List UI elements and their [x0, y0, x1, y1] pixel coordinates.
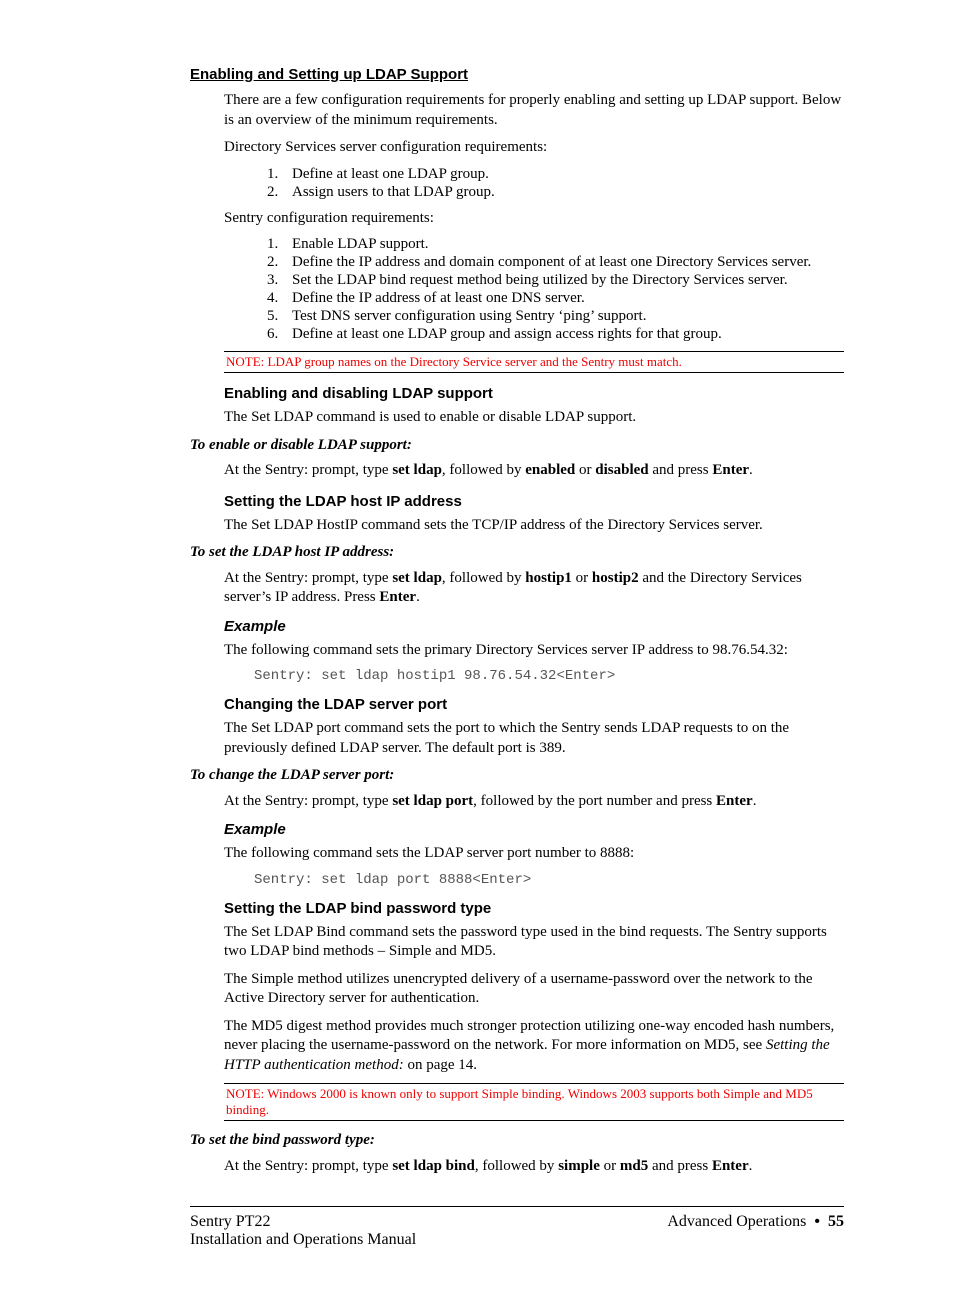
sentry-req-list: Enable LDAP support. Define the IP addre…	[224, 236, 844, 343]
command-text: At the Sentry: prompt, type set ldap, fo…	[224, 569, 844, 608]
heading-enable-disable: Enabling and disabling LDAP support	[224, 385, 844, 402]
cmd: simple	[558, 1158, 600, 1174]
cmd: hostip2	[592, 570, 639, 586]
heading-bind: Setting the LDAP bind password type	[224, 900, 844, 917]
ds-req-list: Define at least one LDAP group. Assign u…	[224, 166, 844, 201]
subheading: To change the LDAP server port:	[190, 766, 844, 786]
text: .	[749, 462, 753, 478]
section-name: Advanced Operations	[667, 1213, 810, 1230]
text: At the Sentry: prompt, type	[224, 462, 392, 478]
heading-port: Changing the LDAP server port	[224, 696, 844, 713]
cmd: Enter	[712, 462, 749, 478]
cmd: Enter	[716, 793, 753, 809]
text: .	[753, 793, 757, 809]
note-ldap-match: NOTE: LDAP group names on the Directory …	[224, 351, 844, 373]
list-item: Define the IP address and domain compone…	[282, 254, 844, 271]
heading-hostip: Setting the LDAP host IP address	[224, 493, 844, 510]
text: At the Sentry: prompt, type	[224, 570, 392, 586]
list-item: Define at least one LDAP group and assig…	[282, 326, 844, 343]
note-windows: NOTE: Windows 2000 is known only to supp…	[224, 1083, 844, 1121]
ds-req-label: Directory Services server configuration …	[224, 138, 844, 158]
text: , followed by the port number and press	[473, 793, 716, 809]
heading-example: Example	[224, 618, 844, 635]
list-item: Assign users to that LDAP group.	[282, 184, 844, 201]
body-text: The MD5 digest method provides much stro…	[224, 1017, 844, 1076]
list-item: Test DNS server configuration using Sent…	[282, 308, 844, 325]
product-name: Sentry PT22	[190, 1213, 270, 1230]
cmd: md5	[620, 1158, 648, 1174]
sentry-req-label: Sentry configuration requirements:	[224, 209, 844, 229]
text: and press	[648, 1158, 712, 1174]
code-block: Sentry: set ldap hostip1 98.76.54.32<Ent…	[254, 668, 844, 684]
manual-title: Installation and Operations Manual	[190, 1231, 416, 1248]
body-text: The Set LDAP HostIP command sets the TCP…	[224, 516, 844, 536]
footer-left: Sentry PT22 Installation and Operations …	[190, 1213, 416, 1249]
text: , followed by	[442, 462, 525, 478]
body-text: The Set LDAP Bind command sets the passw…	[224, 923, 844, 962]
text: At the Sentry: prompt, type	[224, 1158, 392, 1174]
text: or	[600, 1158, 620, 1174]
cmd: set ldap	[392, 570, 442, 586]
cmd: set ldap	[392, 462, 442, 478]
page-number: 55	[828, 1213, 844, 1230]
command-text: At the Sentry: prompt, type set ldap bin…	[224, 1157, 844, 1177]
footer-right: Advanced Operations • 55	[667, 1213, 844, 1249]
text: and press	[649, 462, 713, 478]
body-text: The Simple method utilizes unencrypted d…	[224, 970, 844, 1009]
cmd: set ldap bind	[392, 1158, 475, 1174]
command-text: At the Sentry: prompt, type set ldap por…	[224, 792, 844, 812]
list-item: Set the LDAP bind request method being u…	[282, 272, 844, 289]
subheading: To enable or disable LDAP support:	[190, 436, 844, 456]
heading-example: Example	[224, 821, 844, 838]
command-text: At the Sentry: prompt, type set ldap, fo…	[224, 461, 844, 481]
text: .	[416, 589, 420, 605]
body-text: The Set LDAP port command sets the port …	[224, 719, 844, 758]
example-text: The following command sets the LDAP serv…	[224, 844, 844, 864]
cmd: enabled	[525, 462, 575, 478]
text: At the Sentry: prompt, type	[224, 793, 392, 809]
bullet-icon: •	[810, 1213, 824, 1230]
subheading: To set the bind password type:	[190, 1131, 844, 1151]
example-text: The following command sets the primary D…	[224, 641, 844, 661]
heading-main: Enabling and Setting up LDAP Support	[190, 66, 844, 83]
text: , followed by	[442, 570, 525, 586]
text: , followed by	[475, 1158, 558, 1174]
list-item: Define at least one LDAP group.	[282, 166, 844, 183]
page-content: Enabling and Setting up LDAP Support The…	[0, 0, 954, 1289]
text: The MD5 digest method provides much stro…	[224, 1018, 834, 1054]
text: or	[572, 570, 592, 586]
page-footer: Sentry PT22 Installation and Operations …	[190, 1206, 844, 1249]
text: on page 14.	[404, 1057, 477, 1073]
cmd: set ldap port	[392, 793, 473, 809]
cmd: hostip1	[525, 570, 572, 586]
subheading: To set the LDAP host IP address:	[190, 543, 844, 563]
cmd: Enter	[379, 589, 416, 605]
code-block: Sentry: set ldap port 8888<Enter>	[254, 872, 844, 888]
intro-paragraph: There are a few configuration requiremen…	[224, 91, 844, 130]
list-item: Enable LDAP support.	[282, 236, 844, 253]
text: .	[749, 1158, 753, 1174]
body-text: The Set LDAP command is used to enable o…	[224, 408, 844, 428]
text: or	[575, 462, 595, 478]
cmd: Enter	[712, 1158, 749, 1174]
cmd: disabled	[595, 462, 648, 478]
list-item: Define the IP address of at least one DN…	[282, 290, 844, 307]
